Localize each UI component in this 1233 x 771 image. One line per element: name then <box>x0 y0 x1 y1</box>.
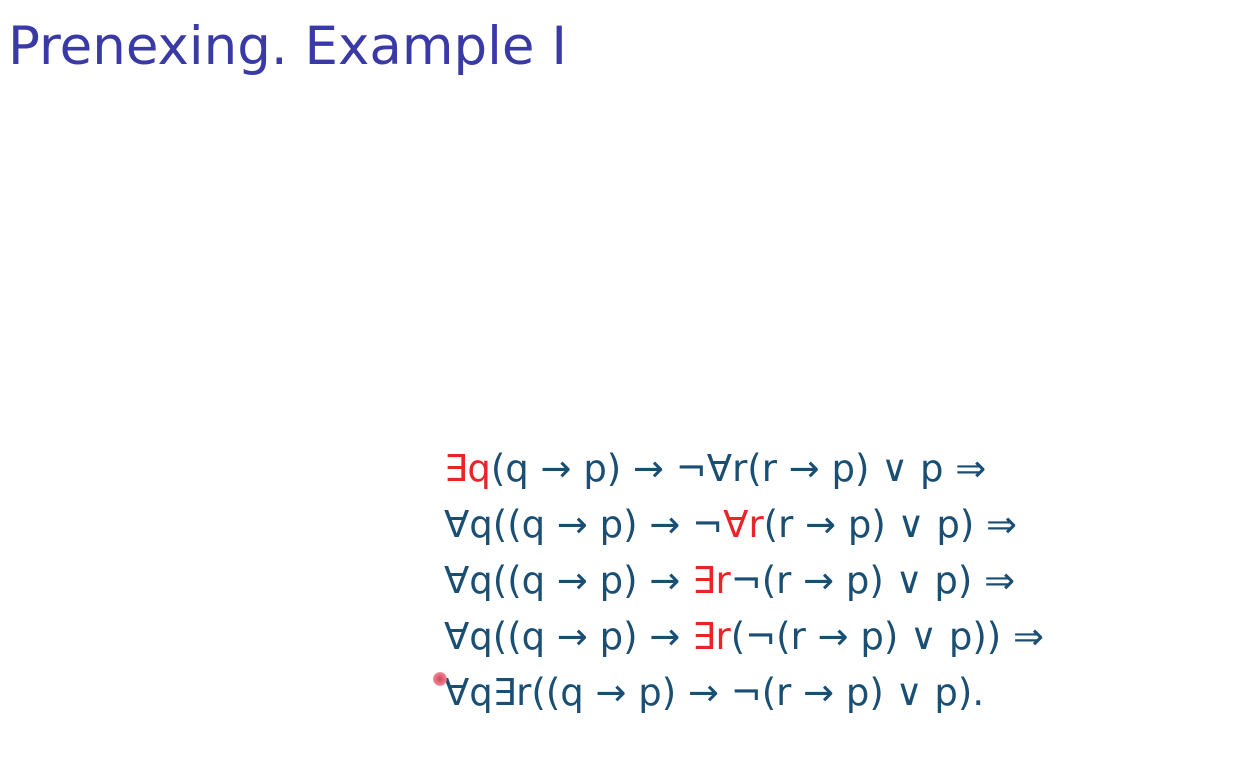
formula-line: ∃q(q → p) → ¬∀r(r → p) ∨ p ⇒ <box>444 441 1044 497</box>
formula-text: (r → p) ∨ p) ⇒ <box>763 503 1018 546</box>
formula-text: (q → p) → ¬∀r(r → p) ∨ p ⇒ <box>490 447 987 490</box>
laser-pointer-icon <box>433 672 447 686</box>
formula-text: ∀q∃r((q → p) → ¬(r → p) ∨ p). <box>444 671 985 714</box>
highlighted-quantifier: ∀r <box>723 503 764 546</box>
formula-line: ∀q((q → p) → ∃r¬(r → p) ∨ p) ⇒ <box>444 553 1044 609</box>
formula-text: ∀q((q → p) → <box>444 615 693 658</box>
slide-title: Prenexing. Example I <box>8 16 567 77</box>
formula-line: ∀q∃r((q → p) → ¬(r → p) ∨ p). <box>444 665 1044 721</box>
formula-text: ∀q((q → p) → <box>444 559 693 602</box>
slide: Prenexing. Example I ∃q(q → p) → ¬∀r(r →… <box>0 0 1233 771</box>
highlighted-quantifier: ∃r <box>692 559 731 602</box>
formula-derivation: ∃q(q → p) → ¬∀r(r → p) ∨ p ⇒ ∀q((q → p) … <box>444 441 1044 721</box>
formula-line: ∀q((q → p) → ¬∀r(r → p) ∨ p) ⇒ <box>444 497 1044 553</box>
formula-line: ∀q((q → p) → ∃r(¬(r → p) ∨ p)) ⇒ <box>444 609 1044 665</box>
formula-text: ¬(r → p) ∨ p) ⇒ <box>730 559 1016 602</box>
formula-text: (¬(r → p) ∨ p)) ⇒ <box>730 615 1044 658</box>
highlighted-quantifier: ∃q <box>444 447 491 490</box>
formula-text: ∀q((q → p) → ¬ <box>444 503 724 546</box>
highlighted-quantifier: ∃r <box>692 615 731 658</box>
